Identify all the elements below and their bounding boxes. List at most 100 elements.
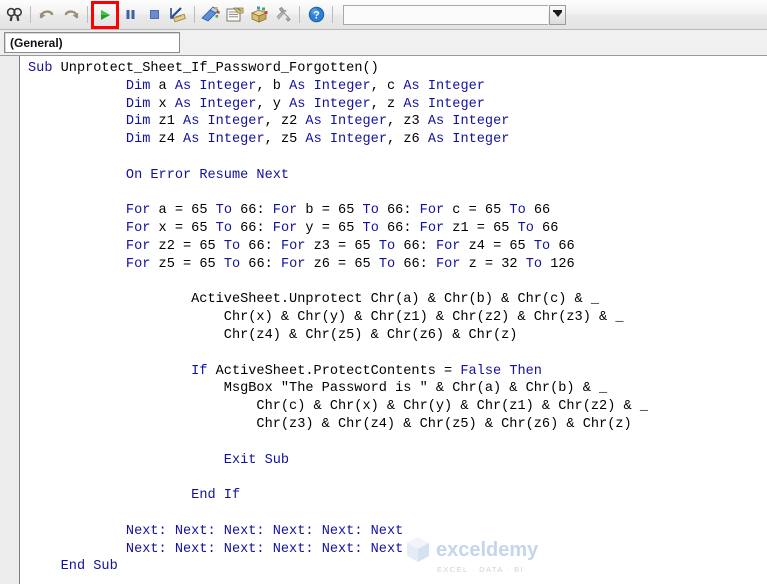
code-token: 66:	[248, 238, 281, 254]
code-token: z5	[280, 132, 306, 148]
code-token: For	[419, 203, 453, 219]
code-token: Next: Next: Next: Next: Next: Next	[125, 523, 404, 539]
code-token: 66	[542, 221, 559, 237]
code-token: ,	[256, 96, 273, 112]
code-token: Exit Sub	[223, 452, 290, 468]
code-token: As Integer	[174, 78, 257, 94]
toolbar-status-combo[interactable]	[343, 4, 566, 25]
design-mode-icon[interactable]	[166, 3, 190, 27]
code-token: z4	[158, 132, 184, 148]
undo-icon[interactable]	[35, 3, 59, 27]
code-token: Dim	[125, 132, 159, 148]
code-token: z5 = 65	[158, 256, 224, 272]
chevron-down-icon[interactable]	[549, 4, 566, 25]
code-token: As Integer	[183, 132, 265, 148]
code-token: y	[272, 96, 290, 112]
code-token: For	[272, 203, 306, 219]
object-dropdown-value: (General)	[10, 35, 63, 50]
code-token: For	[280, 256, 314, 272]
help-icon[interactable]: ?	[304, 3, 328, 27]
declaration-bar-filler	[180, 30, 767, 55]
code-token: For	[435, 238, 469, 254]
code-token: Sub	[28, 61, 61, 76]
code-token: z	[387, 96, 404, 112]
toolbar-separator-2	[87, 6, 88, 23]
code-token: z2	[280, 114, 306, 130]
code-token: x = 65	[158, 221, 216, 237]
redo-icon[interactable]	[59, 3, 83, 27]
code-token: 126	[550, 256, 575, 272]
toolbar-separator-4	[299, 6, 300, 23]
code-token: If	[191, 363, 216, 379]
code-token: ,	[387, 132, 404, 148]
margin-indicator-bar[interactable]	[0, 56, 20, 584]
project-explorer-icon[interactable]	[199, 3, 223, 27]
code-token: For	[435, 256, 469, 272]
code-token: 66:	[240, 203, 273, 219]
run-icon[interactable]	[91, 0, 119, 29]
toolbar-separator-1	[30, 6, 31, 23]
code-token: Dim	[125, 96, 159, 112]
code-token: z3 = 65	[313, 238, 379, 254]
code-token: x	[158, 96, 175, 112]
code-token: 66	[533, 203, 551, 219]
code-token: To	[378, 256, 404, 272]
code-token: As Integer	[427, 132, 510, 148]
object-dropdown[interactable]: (General)	[4, 32, 180, 53]
code-token: 66:	[248, 256, 281, 272]
properties-window-icon[interactable]	[223, 3, 247, 27]
code-token: ,	[264, 114, 281, 130]
code-token: z3	[403, 114, 428, 130]
code-token: As Integer	[183, 114, 265, 130]
code-token: ,	[264, 132, 281, 148]
code-token: End If	[191, 488, 241, 504]
code-token: As Integer	[427, 114, 510, 130]
toolbar-separator-3	[194, 6, 195, 23]
code-token: c = 65	[452, 203, 510, 219]
code-token: As Integer	[403, 96, 485, 112]
code-token: a = 65	[158, 203, 216, 219]
code-token: As Integer	[289, 78, 371, 94]
code-token: Unprotect_Sheet_If_Password_Forgotten()	[60, 61, 379, 76]
code-token: Chr(x) & Chr(y) & Chr(z1) & Chr(z2) & Ch…	[28, 310, 624, 326]
code-token: Dim	[125, 78, 159, 94]
code-token: End Sub	[60, 559, 118, 575]
code-token: z6 = 65	[313, 256, 379, 272]
vba-code-text[interactable]: Sub Unprotect_Sheet_If_Password_Forgotte…	[20, 60, 767, 576]
code-token: 66:	[387, 203, 420, 219]
code-pane: Sub Unprotect_Sheet_If_Password_Forgotte…	[0, 56, 767, 584]
code-token: To	[533, 238, 559, 254]
code-token: To	[215, 221, 241, 237]
code-token: 66:	[403, 256, 436, 272]
code-token: ActiveSheet.Unprotect Chr(a) & Chr(b) & …	[28, 292, 600, 308]
code-token: z1 = 65	[452, 221, 518, 237]
code-editor[interactable]: Sub Unprotect_Sheet_If_Password_Forgotte…	[20, 56, 767, 584]
object-browser-icon[interactable]	[247, 3, 271, 27]
code-token: a	[158, 78, 175, 94]
code-token: Chr(c) & Chr(x) & Chr(y) & Chr(z1) & Chr…	[28, 399, 648, 415]
break-icon[interactable]	[118, 3, 142, 27]
find-icon[interactable]	[2, 3, 26, 27]
code-token: As Integer	[403, 78, 485, 94]
code-token: As Integer	[174, 96, 257, 112]
code-token: To	[517, 221, 543, 237]
code-token: ActiveSheet.ProtectContents =	[215, 363, 461, 379]
code-token: To	[362, 203, 388, 219]
code-token: ,	[370, 78, 388, 94]
code-token: z4 = 65	[468, 238, 534, 254]
toolbox-icon[interactable]	[271, 3, 295, 27]
code-token: MsgBox "The Password is " & Chr(a) & Chr…	[28, 381, 608, 397]
reset-icon[interactable]	[142, 3, 166, 27]
code-token: False Then	[460, 363, 542, 379]
code-token: b	[272, 78, 290, 94]
code-token: b = 65	[305, 203, 363, 219]
vba-toolbar: ?	[0, 0, 767, 30]
